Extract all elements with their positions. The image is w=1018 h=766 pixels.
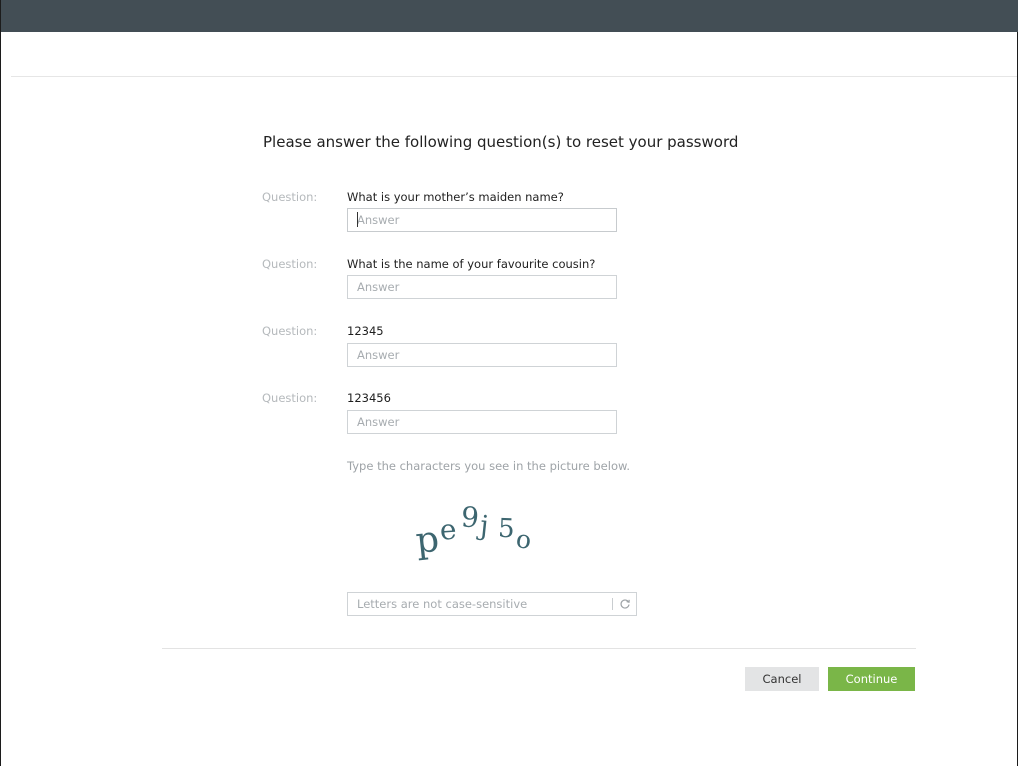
captcha-char-5: 5 [497,514,515,545]
header-divider [11,76,1017,77]
captcha-separator [612,598,613,610]
captcha-input[interactable] [348,593,610,615]
cancel-button[interactable]: Cancel [745,667,819,691]
text-cursor [357,212,358,227]
page-title: Please answer the following question(s) … [263,133,739,151]
question-1-label: Question: [262,190,318,204]
question-2-label: Question: [262,257,318,271]
question-3-text: 12345 [347,324,384,338]
captcha-char-3: 9 [460,500,480,534]
question-2-text: What is the name of your favourite cousi… [347,257,596,271]
refresh-captcha-button[interactable] [615,594,635,614]
captcha-char-6: o [514,524,533,555]
captcha-field [347,592,637,616]
question-3-label: Question: [262,324,318,338]
captcha-hint: Type the characters you see in the pictu… [347,459,630,473]
captcha-char-2: e [439,513,458,547]
refresh-icon [620,599,630,609]
question-1-answer-input[interactable] [347,208,617,232]
question-2-answer-input[interactable] [347,275,617,299]
captcha-char-1: p [414,519,441,562]
question-1-text: What is your mother’s maiden name? [347,190,564,204]
continue-button[interactable]: Continue [828,667,915,691]
question-4-label: Question: [262,391,318,405]
question-4-answer-input[interactable] [347,410,617,434]
footer-divider [162,648,916,649]
question-3-answer-input[interactable] [347,343,617,367]
question-4-text: 123456 [347,391,391,405]
top-bar [1,0,1018,32]
app-window: Please answer the following question(s) … [0,0,1018,766]
captcha-image: p e 9 j 5 o [414,500,533,562]
